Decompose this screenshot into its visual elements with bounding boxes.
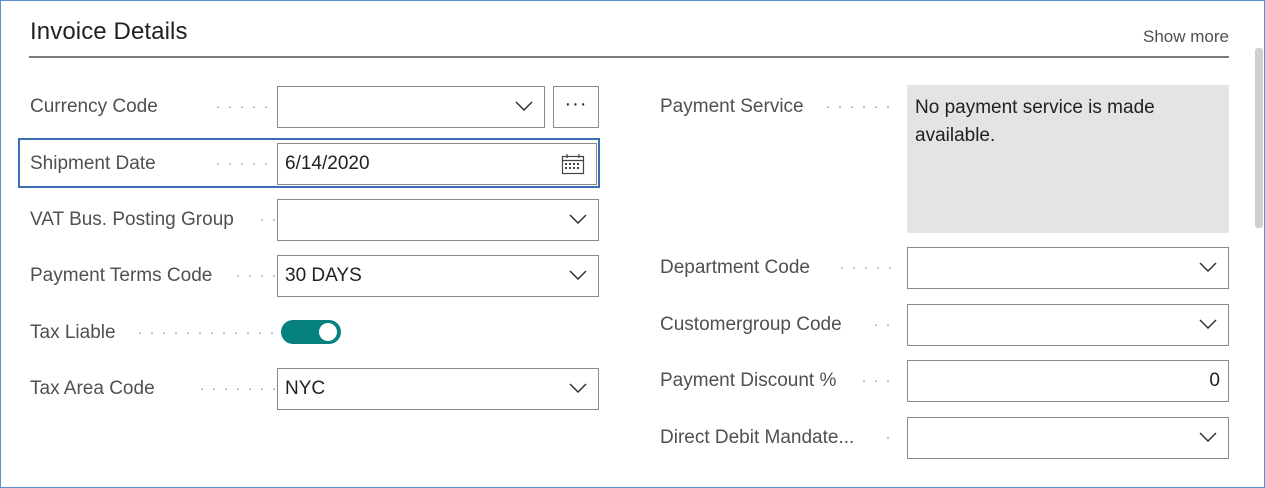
window-frame bbox=[0, 0, 1265, 488]
section-title: Invoice Details bbox=[30, 18, 188, 45]
payment-service-row: Payment Service bbox=[660, 86, 905, 128]
customergroup-code-dropdown[interactable] bbox=[907, 304, 1229, 346]
label-leader-dots bbox=[882, 437, 894, 439]
payment-terms-code-dropdown[interactable]: 30 DAYS bbox=[277, 255, 599, 297]
payment-service-info: No payment service is made available. bbox=[907, 85, 1229, 233]
department-code-label: Department Code bbox=[660, 257, 810, 278]
chevron-down-icon bbox=[1199, 319, 1217, 329]
tax-liable-toggle[interactable] bbox=[281, 320, 341, 344]
calendar-icon[interactable] bbox=[561, 153, 585, 175]
currency-code-lookup-button[interactable]: ··· bbox=[553, 86, 599, 128]
shipment-date-label: Shipment Date bbox=[30, 153, 156, 174]
chevron-down-icon bbox=[569, 214, 587, 224]
vertical-scrollbar[interactable] bbox=[1255, 48, 1263, 228]
chevron-down-icon bbox=[569, 383, 587, 393]
label-leader-dots bbox=[858, 380, 894, 382]
label-leader-dots bbox=[836, 267, 894, 269]
department-code-dropdown[interactable] bbox=[907, 247, 1229, 289]
shipment-date-value: 6/14/2020 bbox=[285, 153, 370, 174]
payment-terms-code-value: 30 DAYS bbox=[285, 265, 362, 286]
payment-service-label: Payment Service bbox=[660, 96, 804, 117]
tax-area-code-label: Tax Area Code bbox=[30, 378, 155, 399]
tax-area-code-value: NYC bbox=[285, 378, 326, 399]
chevron-down-icon bbox=[1199, 432, 1217, 442]
payment-discount-label: Payment Discount % bbox=[660, 370, 837, 391]
label-leader-dots bbox=[822, 106, 894, 108]
tax-liable-label: Tax Liable bbox=[30, 322, 116, 343]
currency-code-dropdown[interactable] bbox=[277, 86, 545, 128]
customergroup-code-label: Customergroup Code bbox=[660, 314, 842, 335]
label-leader-dots bbox=[870, 324, 894, 326]
payment-terms-code-label: Payment Terms Code bbox=[30, 265, 213, 286]
currency-code-label: Currency Code bbox=[30, 96, 158, 117]
toggle-knob bbox=[319, 323, 337, 341]
payment-discount-input[interactable]: 0 bbox=[907, 360, 1229, 402]
chevron-down-icon bbox=[515, 101, 533, 111]
vat-bus-posting-group-label: VAT Bus. Posting Group bbox=[30, 209, 234, 230]
direct-debit-mandate-dropdown[interactable] bbox=[907, 417, 1229, 459]
payment-discount-value: 0 bbox=[1209, 370, 1220, 391]
department-code-row: Department Code bbox=[660, 247, 905, 289]
chevron-down-icon bbox=[569, 270, 587, 280]
direct-debit-mandate-label: Direct Debit Mandate... bbox=[660, 427, 855, 448]
payment-discount-row: Payment Discount % bbox=[660, 360, 905, 402]
direct-debit-mandate-row: Direct Debit Mandate... bbox=[660, 417, 905, 459]
show-more-link[interactable]: Show more bbox=[1143, 27, 1229, 47]
tax-area-code-dropdown[interactable]: NYC bbox=[277, 368, 599, 410]
vat-bus-posting-group-dropdown[interactable] bbox=[277, 199, 599, 241]
shipment-date-input[interactable]: 6/14/2020 bbox=[277, 143, 597, 185]
customergroup-code-row: Customergroup Code bbox=[660, 304, 905, 346]
chevron-down-icon bbox=[1199, 262, 1217, 272]
label-leader-dots bbox=[134, 332, 292, 334]
title-divider bbox=[29, 56, 1229, 58]
